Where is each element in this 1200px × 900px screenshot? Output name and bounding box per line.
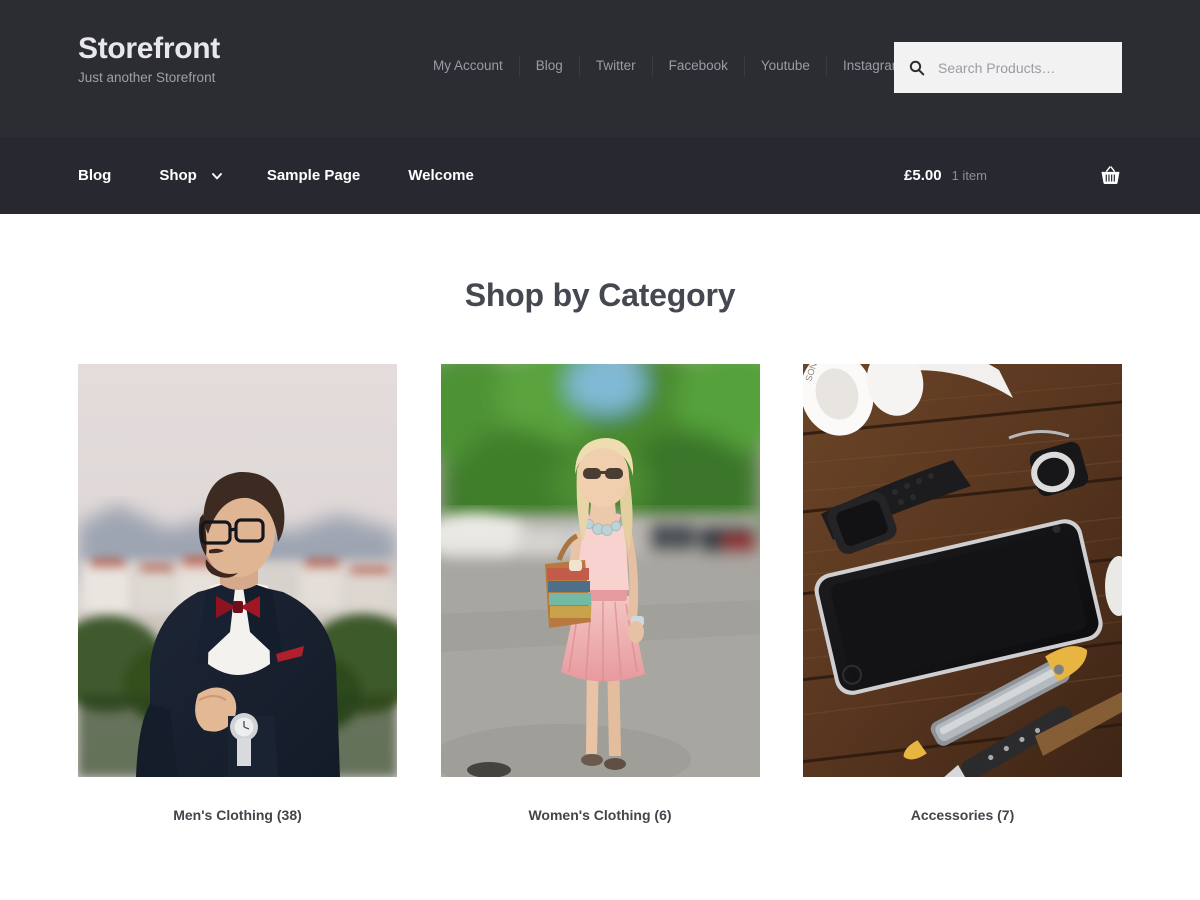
product-category-grid: Men's Clothing (38) Women's Clothing (6)… [78, 364, 1122, 823]
header-inner: Storefront Just another Storefront My Ac… [78, 0, 1122, 137]
category-card-accessories[interactable]: SONY Accessories (7) [803, 364, 1122, 823]
secondary-nav-item-facebook[interactable]: Facebook [653, 55, 745, 77]
chevron-down-icon[interactable] [211, 170, 223, 182]
category-image-mens-clothing [78, 364, 397, 777]
main-nav-inner: Blog Shop Sample Page Welcome £5.00 1 it… [78, 137, 1122, 214]
main-nav-links: Blog Shop Sample Page Welcome [78, 167, 522, 184]
nav-item-shop-label: Shop [159, 167, 197, 184]
search-icon [909, 60, 925, 75]
category-caption-accessories: Accessories (7) [910, 807, 1015, 823]
cart-total-amount: £5.00 [904, 167, 942, 184]
nav-item-blog[interactable]: Blog [78, 167, 111, 184]
secondary-nav-item-my-account[interactable]: My Account [433, 55, 520, 77]
site-tagline: Just another Storefront [78, 70, 216, 85]
main-content: Shop by Category Men's Clothing (38) Wom… [0, 214, 1200, 823]
category-caption-womens-clothing: Women's Clothing (6) [528, 807, 672, 823]
category-caption-mens-clothing: Men's Clothing (38) [173, 807, 302, 823]
secondary-navigation: My Account Blog Twitter Facebook Youtube… [433, 55, 903, 77]
secondary-nav-item-twitter[interactable]: Twitter [580, 55, 653, 77]
category-card-womens-clothing[interactable]: Women's Clothing (6) [440, 364, 760, 823]
site-header: Storefront Just another Storefront My Ac… [0, 0, 1200, 137]
cart-item-count: 1 item [951, 168, 987, 183]
search-input[interactable] [938, 59, 1108, 76]
product-search-form[interactable] [894, 42, 1122, 93]
site-branding[interactable]: Storefront Just another Storefront [78, 32, 220, 86]
nav-item-welcome[interactable]: Welcome [408, 167, 474, 184]
nav-item-sample-page[interactable]: Sample Page [267, 167, 360, 184]
secondary-nav-item-youtube[interactable]: Youtube [745, 55, 827, 77]
secondary-nav-item-instagram[interactable]: Instagram [827, 55, 903, 77]
category-image-womens-clothing [440, 364, 760, 777]
page-title: Shop by Category [464, 277, 736, 313]
category-card-mens-clothing[interactable]: Men's Clothing (38) [78, 364, 397, 823]
cart-contents[interactable]: £5.00 1 item [904, 164, 1122, 187]
secondary-nav-item-blog[interactable]: Blog [520, 55, 580, 77]
main-navigation-bar: Blog Shop Sample Page Welcome £5.00 1 it… [0, 137, 1200, 214]
shopping-basket-icon[interactable] [1099, 164, 1122, 187]
site-title[interactable]: Storefront [78, 32, 220, 65]
category-image-accessories: SONY [803, 364, 1122, 777]
nav-item-shop[interactable]: Shop [159, 167, 223, 184]
